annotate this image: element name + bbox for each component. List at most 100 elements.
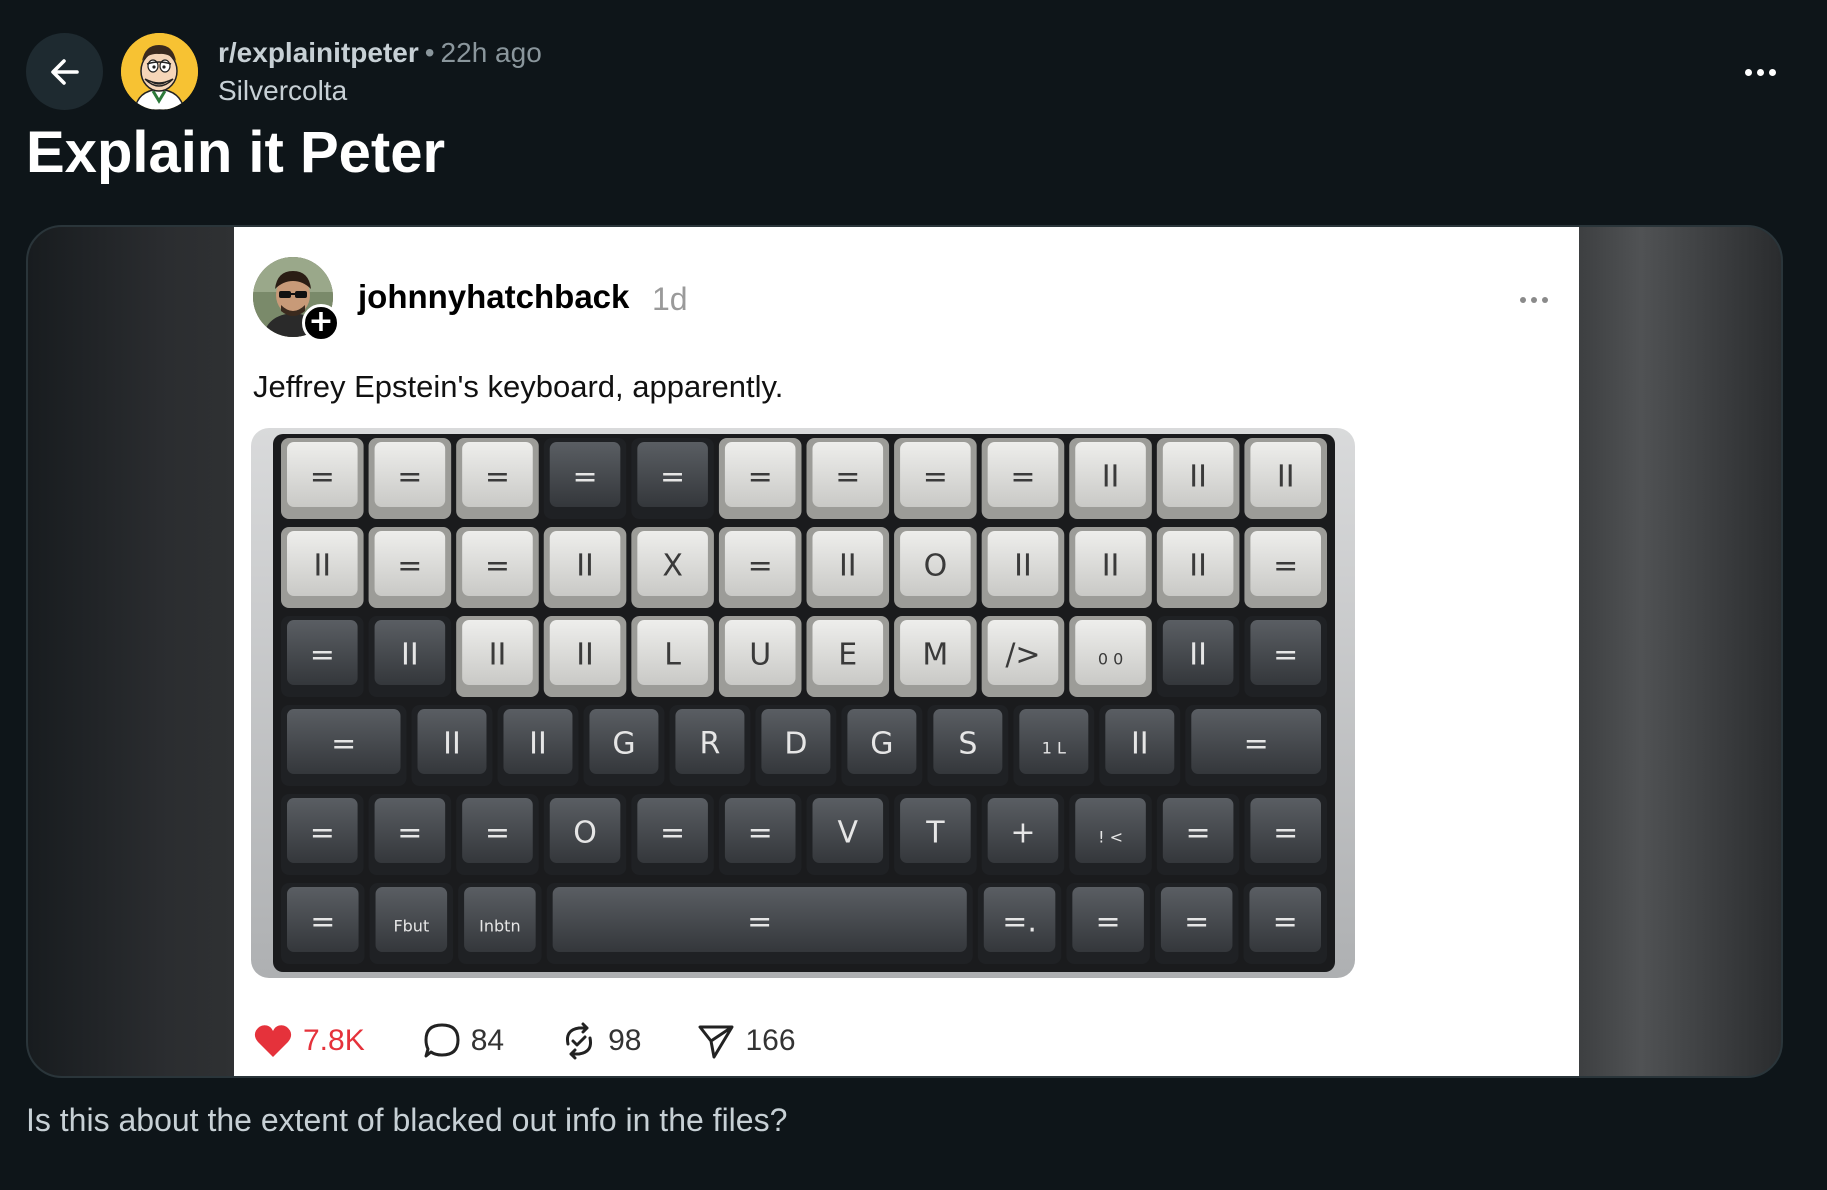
keycap: = [456, 527, 539, 608]
keycap: II [1099, 705, 1181, 786]
keycap-legend: ! < [1098, 828, 1123, 847]
keycap-legend: O [573, 816, 597, 851]
keycap: II [1156, 438, 1240, 519]
subreddit-link[interactable]: r/explainitpeter [218, 37, 419, 68]
keycap: = [718, 438, 802, 519]
keycap: II [497, 705, 579, 786]
keycap-legend: T [925, 816, 945, 851]
keycap: = [546, 883, 973, 964]
keycap-legend: II [313, 549, 331, 584]
keycap-legend: Inbtn [479, 917, 520, 936]
keycap: = [281, 883, 365, 964]
peter-cartoon-avatar-icon [121, 33, 198, 110]
keycap: = [981, 438, 1065, 519]
keycap: = [1243, 883, 1327, 964]
keycap-legend: II [1189, 638, 1207, 673]
keycap-legend: = [1273, 816, 1298, 851]
keycap: T [894, 794, 977, 875]
post-meta-line: r/explainitpeter • 22h ago [218, 36, 542, 70]
keycap: G [841, 705, 923, 786]
keycap-legend: II [1102, 460, 1120, 495]
keycap: = [1156, 794, 1240, 875]
keycap: = [456, 794, 539, 875]
keycap-legend: =. [1002, 905, 1037, 940]
subreddit-avatar[interactable] [121, 33, 198, 110]
embedded-post-actions: 7.8K 84 98 166 [253, 1022, 796, 1060]
keycap: = [281, 438, 364, 519]
more-options-button[interactable] [1738, 50, 1782, 94]
embedded-more-icon [1520, 297, 1548, 303]
keycap: II [806, 527, 890, 608]
keycap: O [894, 527, 977, 608]
keycap: II [456, 616, 539, 697]
keycap: U [718, 616, 802, 697]
keycap: = [631, 438, 714, 519]
keycap: II [1069, 527, 1152, 608]
keycap: Fbut [369, 883, 454, 964]
author-username[interactable]: Silvercolta [218, 74, 542, 108]
keycap: ! < [1069, 794, 1152, 875]
keycap: = [368, 527, 452, 608]
keycap-legend: II [443, 727, 461, 762]
keycap-legend: II [1189, 549, 1207, 584]
keycap-legend: II [1189, 460, 1207, 495]
keycap-legend: = [310, 816, 335, 851]
like-stat: 7.8K [253, 1023, 365, 1059]
keycap: = [894, 438, 977, 519]
keycap-legend: II [839, 549, 857, 584]
post-timestamp: 22h ago [440, 37, 542, 68]
reply-stat: 84 [423, 1022, 504, 1060]
comment-bubble-icon [424, 1023, 460, 1058]
keycap: Inbtn [458, 883, 542, 964]
keycap: II [411, 705, 493, 786]
repost-stat: 98 [560, 1022, 641, 1060]
keycap-legend: /> [1005, 638, 1040, 673]
keycap: II [368, 616, 452, 697]
keycap-legend: = [485, 816, 510, 851]
keycap: V [806, 794, 890, 875]
keycap-legend: = [485, 549, 510, 584]
keycap-legend: = [397, 460, 422, 495]
keycap-legend: L [664, 638, 681, 673]
keycap: S [927, 705, 1009, 786]
keycap: L [631, 616, 714, 697]
keycap: = [1185, 705, 1327, 786]
keycap: = [1244, 616, 1327, 697]
meta-separator: • [424, 37, 435, 68]
keycap-legend: = [747, 905, 772, 940]
keycap: = [456, 438, 539, 519]
keycap: = [281, 794, 364, 875]
keycap-legend: II [1277, 460, 1295, 495]
keycap: M [894, 616, 977, 697]
keycap-legend: + [1010, 816, 1035, 851]
keycap-legend: U [749, 638, 771, 673]
keycap-legend: = [310, 638, 335, 673]
keycap-legend: = [1273, 905, 1298, 940]
keycap-legend: = [1186, 816, 1211, 851]
keycap: O [543, 794, 627, 875]
keycap-legend: = [310, 905, 335, 940]
embedded-post-age: 1d [652, 281, 688, 317]
keycap: = [806, 438, 890, 519]
keycap-legend: II [401, 638, 419, 673]
keycap-legend: II [576, 549, 594, 584]
keycap: II [281, 527, 364, 608]
keycap: 0 0 [1069, 616, 1152, 697]
share-stat: 166 [697, 1022, 796, 1060]
arrow-left-icon [50, 58, 79, 85]
keycap: = [1244, 527, 1327, 608]
keycap-legend: II [576, 638, 594, 673]
keycap-legend: = [572, 460, 597, 495]
keycap: X [631, 527, 714, 608]
keyboard-photo: = = = = = = = = = II II II II = = II X = II O II II II = = II II II… [251, 428, 1355, 978]
back-button[interactable] [26, 33, 103, 110]
keycap-legend: = [660, 816, 685, 851]
keycap: 1 L [1013, 705, 1095, 786]
post-media[interactable]: + johnnyhatchback 1d Jeffrey Epstein's k… [26, 225, 1783, 1078]
keycap-legend: = [748, 549, 773, 584]
like-count: 7.8K [303, 1024, 365, 1057]
keycap: = [543, 438, 627, 519]
keycap: = [368, 794, 452, 875]
share-count: 166 [745, 1024, 796, 1057]
keycap: II [1244, 438, 1327, 519]
